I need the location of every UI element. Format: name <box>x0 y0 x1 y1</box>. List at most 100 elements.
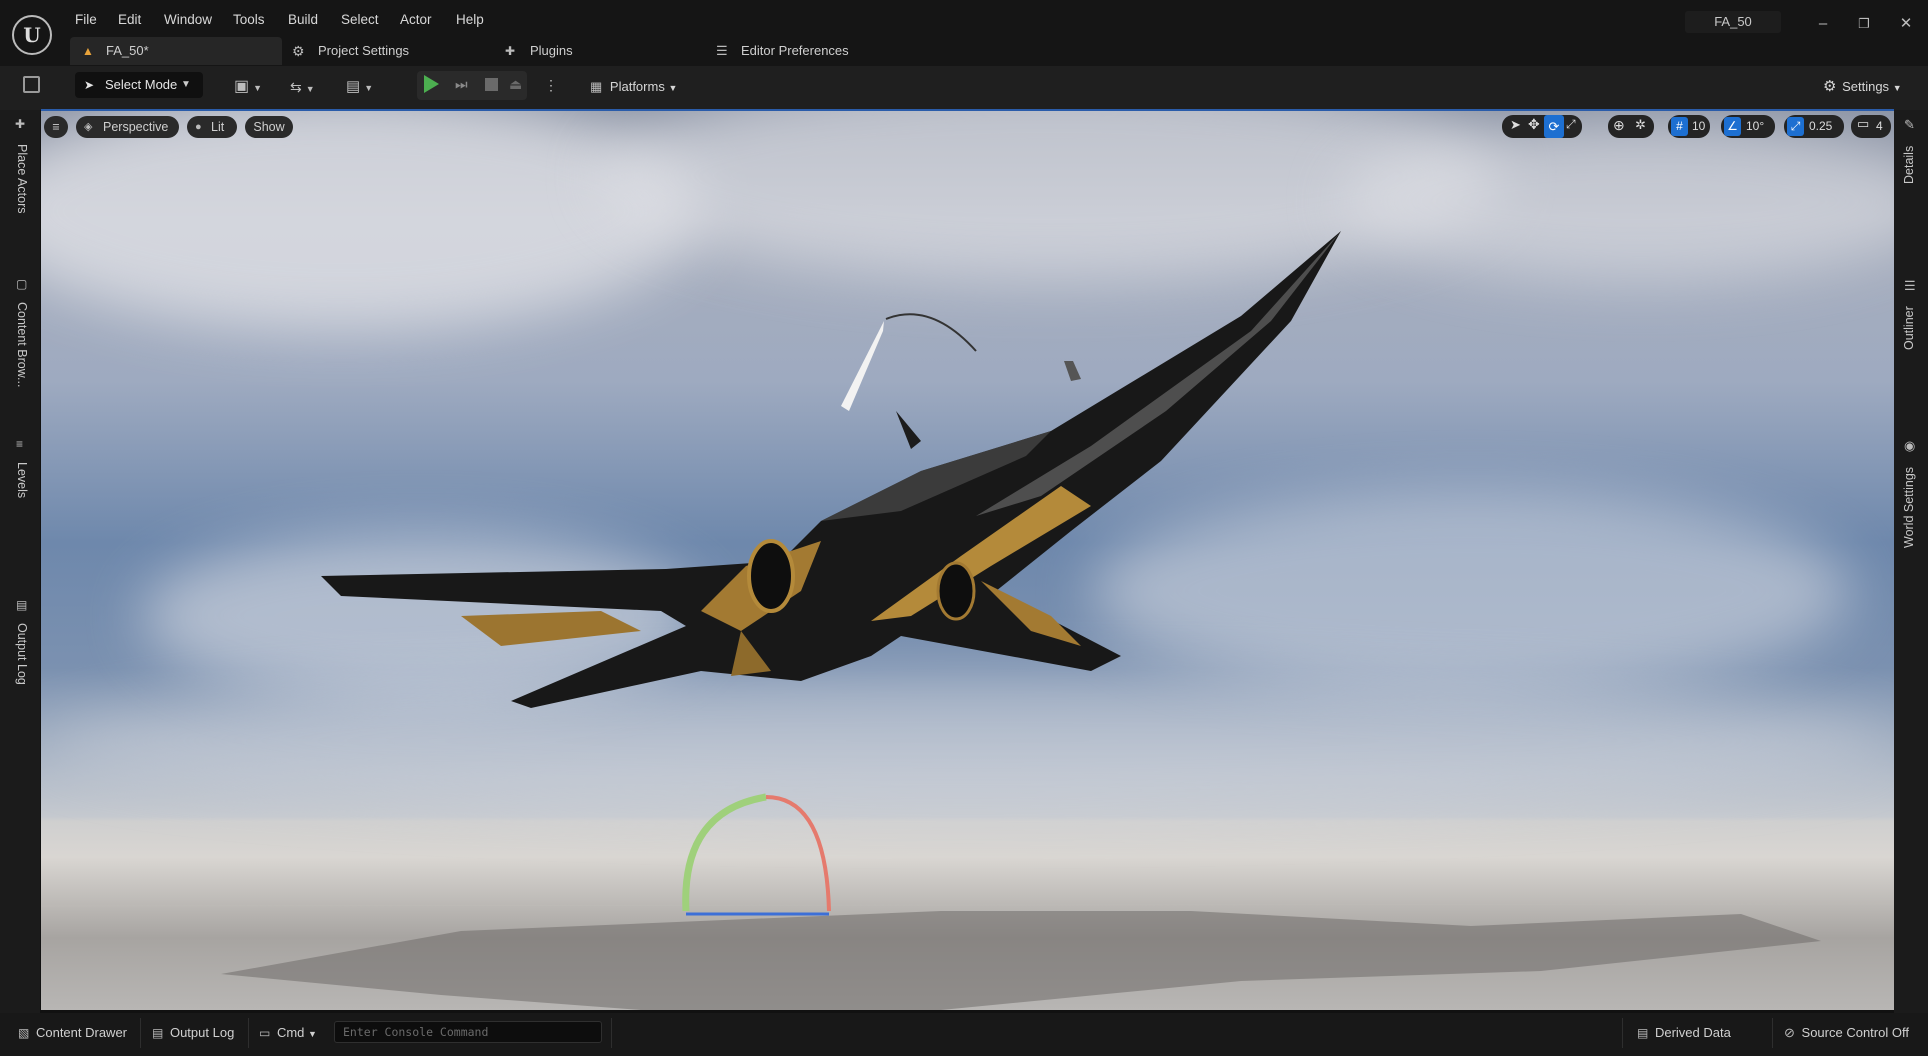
platforms-dropdown[interactable]: ▦ Platforms ▼ <box>590 73 686 101</box>
surface-snap-icon[interactable]: ✲ <box>1635 117 1646 133</box>
derived-data-label: Derived Data <box>1654 1025 1731 1040</box>
level-viewport[interactable] <box>41 111 1894 1010</box>
world-settings-tab[interactable]: World Settings <box>1902 467 1916 548</box>
translate-tool-icon[interactable]: ✥ <box>1528 116 1540 133</box>
select-mode-dropdown[interactable]: ➤ Select Mode ▼ <box>75 72 203 98</box>
unreal-logo-icon[interactable]: U <box>12 15 52 55</box>
outliner-tab[interactable]: Outliner <box>1902 306 1916 350</box>
canopy-frame <box>885 313 977 352</box>
divider <box>140 1018 141 1048</box>
content-drawer-icon: ▧ <box>18 1026 30 1040</box>
scale-tool-icon[interactable]: ⤢ <box>1566 117 1576 132</box>
derived-data-icon: ▤ <box>1637 1026 1649 1040</box>
viewport-options-button[interactable]: ≡ <box>44 116 68 138</box>
content-drawer-button[interactable]: ▧ Content Drawer <box>18 1024 130 1042</box>
level-warning-icon: ▲ <box>82 44 94 58</box>
content-drawer-label: Content Drawer <box>35 1025 128 1040</box>
content-browser-tab[interactable]: Content Brow... <box>15 302 29 387</box>
camera-icon: ▭ <box>1857 116 1870 131</box>
perspective-dropdown[interactable]: ◈ Perspective <box>76 116 179 138</box>
canopy-glass <box>841 321 884 411</box>
rotation-gizmo[interactable] <box>682 793 831 916</box>
select-tool-icon[interactable]: ➤ <box>1510 117 1521 133</box>
rotation-snap-value: 10° <box>1746 119 1765 133</box>
coord-surface-group: ⊕ ✲ <box>1608 115 1654 138</box>
levels-tab[interactable]: Levels <box>15 462 29 498</box>
menu-actor[interactable]: Actor <box>400 10 432 30</box>
chevron-down-icon: ▼ <box>308 1029 317 1039</box>
details-tab[interactable]: Details <box>1902 146 1916 184</box>
tab-level-fa50[interactable]: ▲ FA_50* <box>70 37 282 65</box>
world-coords-icon[interactable]: ⊕ <box>1613 117 1625 134</box>
cursor-icon: ➤ <box>84 78 95 92</box>
platforms-label: Platforms <box>609 79 665 94</box>
add-actor-icon: ▣ <box>234 78 250 95</box>
cmd-label: Cmd <box>276 1025 305 1040</box>
terminal-icon: ▭ <box>259 1026 271 1040</box>
more-options-icon[interactable]: ⋮ <box>544 76 558 94</box>
menu-file[interactable]: File <box>75 10 97 30</box>
divider <box>1622 1018 1623 1048</box>
project-title: FA_50 <box>1685 11 1781 33</box>
place-actors-tab[interactable]: Place Actors <box>15 144 29 213</box>
output-log-tab[interactable]: Output Log <box>15 623 29 685</box>
grid-snap-button[interactable]: # 10 <box>1668 115 1710 138</box>
levels-icon: ≡ <box>16 437 24 451</box>
show-dropdown[interactable]: Show <box>245 116 293 138</box>
add-actor-button[interactable]: ▣ ▼ <box>234 73 274 101</box>
derived-data-button[interactable]: ▤ Derived Data <box>1637 1024 1737 1042</box>
chevron-down-icon: ▼ <box>253 83 263 93</box>
restore-icon[interactable]: ❐ <box>1852 12 1876 36</box>
sphere-icon: ● <box>195 121 202 133</box>
details-icon: ✎ <box>1904 117 1915 132</box>
rotation-snap-button[interactable]: ∠ 10° <box>1721 115 1775 138</box>
platforms-icon: ▦ <box>590 79 603 94</box>
scale-snap-button[interactable]: ⤢ 0.25 <box>1784 115 1844 138</box>
menu-tools[interactable]: Tools <box>233 10 265 30</box>
tab-plugins[interactable]: ✚ Plugins <box>505 37 595 65</box>
minimize-icon[interactable]: – <box>1811 12 1835 36</box>
menu-window[interactable]: Window <box>164 10 212 30</box>
save-icon[interactable] <box>23 76 40 93</box>
tab-project-settings[interactable]: ⚙ Project Settings <box>292 37 452 65</box>
close-icon[interactable]: ✕ <box>1894 12 1918 36</box>
settings-dropdown[interactable]: ⚙ Settings ▼ <box>1823 73 1913 101</box>
lit-dropdown[interactable]: ● Lit <box>187 116 237 138</box>
cinematics-button[interactable]: ▤ ▼ <box>346 73 386 101</box>
chevron-down-icon: ▼ <box>305 84 315 94</box>
scale-snap-icon: ⤢ <box>1787 117 1804 136</box>
fa50-jet-model[interactable] <box>321 231 1341 708</box>
source-control-off-icon: ⊘ <box>1784 1025 1795 1040</box>
tab-plugins-label: Plugins <box>530 43 573 58</box>
divider <box>1772 1018 1773 1048</box>
perspective-label: Perspective <box>103 120 169 134</box>
menu-build[interactable]: Build <box>288 10 318 30</box>
chevron-down-icon: ▼ <box>668 83 678 93</box>
place-actors-icon: ✚ <box>15 117 26 131</box>
outliner-icon: ☰ <box>1904 278 1916 293</box>
logo-text: U <box>23 23 41 47</box>
chevron-down-icon: ▼ <box>364 83 374 93</box>
console-input[interactable]: Enter Console Command <box>334 1021 602 1043</box>
play-icon[interactable] <box>424 75 439 93</box>
content-browser-icon: ▢ <box>16 277 28 291</box>
camera-speed-button[interactable]: ▭ 4 <box>1851 115 1891 138</box>
scene-svg <box>41 231 1894 1010</box>
tab-level-label: FA_50* <box>106 43 149 58</box>
menu-select[interactable]: Select <box>341 10 379 30</box>
tab-editor-preferences[interactable]: ☰ Editor Preferences <box>716 37 866 65</box>
menu-edit[interactable]: Edit <box>118 10 141 30</box>
source-control-label: Source Control Off <box>1801 1025 1909 1040</box>
stop-icon[interactable] <box>485 78 498 91</box>
advance-frame-icon[interactable]: ⏭ <box>455 76 469 93</box>
lit-label: Lit <box>211 120 225 134</box>
select-mode-label: Select Mode <box>105 77 178 92</box>
settings-label: Settings <box>1842 79 1890 94</box>
blueprint-button[interactable]: ⇆ ▼ <box>290 73 330 101</box>
source-control-button[interactable]: ⊘ Source Control Off <box>1784 1024 1914 1042</box>
cmd-dropdown[interactable]: ▭ Cmd ▼ <box>259 1024 329 1042</box>
eject-icon[interactable]: ⏏ <box>509 76 527 93</box>
menu-help[interactable]: Help <box>456 10 484 30</box>
rotate-tool-icon[interactable]: ⟳ <box>1544 115 1564 138</box>
output-log-button[interactable]: ▤ Output Log <box>152 1024 242 1042</box>
